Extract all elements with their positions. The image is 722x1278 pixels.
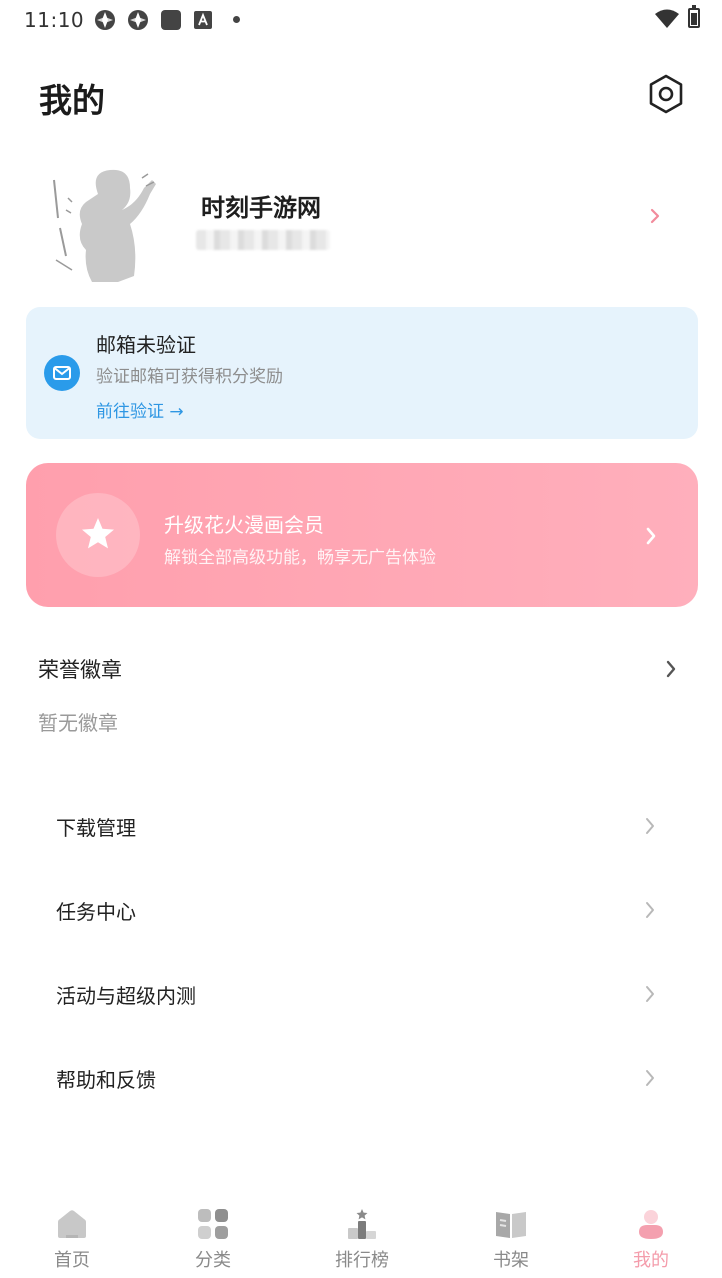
badges-empty-text: 暂无徽章 bbox=[38, 711, 118, 735]
menu-item-label: 活动与超级内测 bbox=[56, 984, 196, 1008]
notification-app-icon bbox=[128, 10, 148, 30]
nav-label: 排行榜 bbox=[335, 1250, 389, 1271]
menu-item-task-center[interactable]: 任务中心 bbox=[56, 890, 666, 930]
chevron-right-icon[interactable] bbox=[648, 206, 662, 226]
battery-icon bbox=[688, 5, 700, 28]
notification-app-icon bbox=[95, 10, 115, 30]
mail-icon bbox=[44, 355, 80, 391]
nav-tab-category[interactable]: 分类 bbox=[153, 1196, 273, 1278]
chevron-right-icon bbox=[646, 986, 654, 1002]
bookshelf-icon bbox=[496, 1212, 526, 1238]
menu-item-label: 下载管理 bbox=[56, 816, 136, 840]
email-card-description: 验证邮箱可获得积分奖励 bbox=[96, 367, 283, 387]
nav-label: 书架 bbox=[493, 1250, 529, 1271]
nav-label: 我的 bbox=[633, 1250, 669, 1271]
chevron-right-icon bbox=[646, 1070, 654, 1086]
star-icon bbox=[82, 518, 114, 549]
email-verification-card[interactable]: 邮箱未验证 验证邮箱可获得积分奖励 前往验证 → bbox=[26, 307, 698, 439]
vip-card-description: 解锁全部高级功能，畅享无广告体验 bbox=[164, 548, 436, 568]
honor-badges-row[interactable]: 荣誉徽章 bbox=[38, 654, 688, 684]
page-title: 我的 bbox=[39, 81, 105, 120]
bottom-nav: 首页 分类 排行榜 书架 我的 bbox=[0, 1196, 722, 1278]
vip-card-title: 升级花火漫画会员 bbox=[164, 513, 324, 537]
menu-item-label: 任务中心 bbox=[56, 900, 136, 924]
vip-upgrade-card[interactable]: 升级花火漫画会员 解锁全部高级功能，畅享无广告体验 bbox=[26, 463, 698, 607]
screen: 11:10 我的 时刻手游网 邮箱未验证 验证邮箱可获得积分奖励 前往验证 → … bbox=[0, 0, 722, 1278]
nav-label: 分类 bbox=[195, 1250, 231, 1271]
nav-tab-profile[interactable]: 我的 bbox=[591, 1196, 711, 1278]
nav-label: 首页 bbox=[54, 1250, 90, 1271]
notification-dot bbox=[233, 16, 240, 23]
email-card-title: 邮箱未验证 bbox=[96, 333, 196, 357]
home-icon bbox=[58, 1210, 86, 1238]
nav-tab-bookshelf[interactable]: 书架 bbox=[451, 1196, 571, 1278]
wifi-icon bbox=[655, 9, 679, 28]
notification-a-icon bbox=[194, 11, 212, 29]
nav-tab-ranking[interactable]: 排行榜 bbox=[302, 1196, 422, 1278]
category-grid-icon bbox=[198, 1209, 228, 1239]
ranking-podium-icon bbox=[348, 1209, 376, 1239]
chevron-right-icon bbox=[646, 527, 656, 545]
user-id-redacted bbox=[196, 230, 330, 250]
chevron-right-icon bbox=[666, 660, 676, 678]
menu-item-download-management[interactable]: 下载管理 bbox=[56, 806, 666, 846]
menu-item-help-feedback[interactable]: 帮助和反馈 bbox=[56, 1058, 666, 1098]
avatar[interactable] bbox=[46, 158, 166, 286]
menu-item-label: 帮助和反馈 bbox=[56, 1068, 156, 1092]
verify-email-link[interactable]: 前往验证 → bbox=[96, 397, 184, 422]
badges-title: 荣誉徽章 bbox=[38, 658, 122, 682]
notification-square-icon bbox=[161, 10, 181, 30]
status-time: 11:10 bbox=[24, 8, 85, 32]
username: 时刻手游网 bbox=[201, 194, 321, 222]
profile-row[interactable]: 时刻手游网 bbox=[0, 150, 722, 290]
profile-person-icon bbox=[639, 1210, 663, 1239]
status-bar: 11:10 bbox=[0, 0, 722, 40]
menu-item-events-beta[interactable]: 活动与超级内测 bbox=[56, 974, 666, 1014]
nav-tab-home[interactable]: 首页 bbox=[12, 1196, 132, 1278]
chevron-right-icon bbox=[646, 902, 654, 918]
chevron-right-icon bbox=[646, 818, 654, 834]
settings-icon[interactable] bbox=[644, 72, 688, 116]
vip-star-badge bbox=[56, 493, 140, 577]
